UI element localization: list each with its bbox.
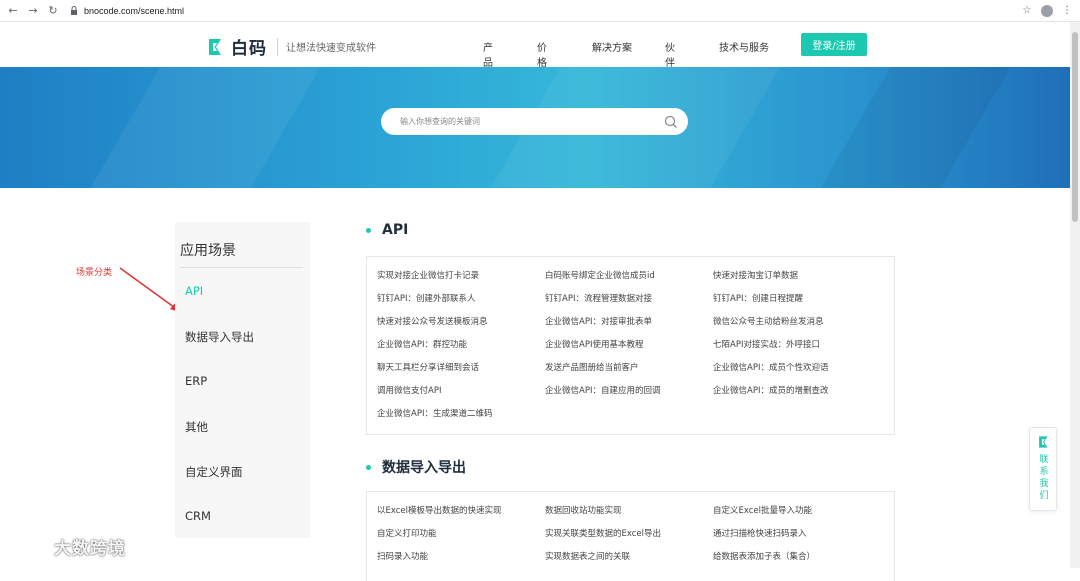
- sidebar-item-crm[interactable]: CRM: [185, 509, 211, 523]
- page-scrollbar[interactable]: [1070, 22, 1080, 568]
- back-icon[interactable]: ←: [6, 4, 20, 18]
- nav-partners[interactable]: 伙伴: [665, 39, 675, 69]
- sidebar-item-erp[interactable]: ERP: [185, 374, 207, 388]
- scene-link[interactable]: 聊天工具栏分享详细到会话: [377, 361, 479, 373]
- section-links-box: 实现对接企业微信打卡记录 白码账号绑定企业微信成员id 快速对接淘宝订单数据 钉钉AP…: [366, 256, 895, 435]
- address-bar[interactable]: bnocode.com/scene.html: [70, 3, 1014, 19]
- sidebar-item-other[interactable]: 其他: [185, 419, 208, 435]
- scene-link[interactable]: 自定义打印功能: [377, 527, 437, 539]
- nav-solutions[interactable]: 解决方案: [592, 39, 632, 54]
- scene-link[interactable]: 企业微信API：成员个性欢迎语: [713, 361, 828, 373]
- menu-icon[interactable]: ⋮: [1060, 4, 1074, 18]
- scene-link[interactable]: 实现对接企业微信打卡记录: [377, 269, 479, 281]
- section-title-api: API: [366, 222, 408, 238]
- scene-link[interactable]: 微信公众号主动给粉丝发消息: [713, 315, 824, 327]
- url-text: bnocode.com/scene.html: [84, 5, 185, 16]
- search-icon[interactable]: [664, 115, 678, 129]
- site-header: 白码 让想法快速变成软件 产品 价格 解决方案 伙伴 技术与服务 登录/注册: [0, 22, 1070, 69]
- browser-toolbar: ← → ↻ bnocode.com/scene.html ☆ ⋮: [0, 0, 1080, 22]
- scene-link[interactable]: 钉钉API：创建日程提醒: [713, 292, 803, 304]
- hero-shape: [798, 67, 1022, 188]
- watermark: 大数跨境: [8, 534, 126, 559]
- scene-link[interactable]: 通过扫描枪快速扫码录入: [713, 527, 807, 539]
- nav-price[interactable]: 价格: [537, 39, 547, 69]
- contact-us-button[interactable]: 联系我们: [1029, 427, 1057, 511]
- hero-shape: [68, 67, 332, 188]
- scene-link[interactable]: 快速对接公众号发送模板消息: [377, 315, 488, 327]
- nav-product[interactable]: 产品: [483, 39, 493, 69]
- search-placeholder: 输入你想查询的关键词: [400, 117, 480, 126]
- sidebar-title: 应用场景: [180, 243, 236, 259]
- section-heading: 数据导入导出: [382, 460, 466, 476]
- scene-link[interactable]: 以Excel模板导出数据的快速实现: [377, 504, 502, 516]
- scene-link[interactable]: 调用微信支付API: [377, 384, 441, 396]
- scene-link[interactable]: 企业微信API：成员的增删查改: [713, 384, 828, 396]
- forward-icon[interactable]: →: [26, 4, 40, 18]
- scene-link[interactable]: 扫码录入功能: [377, 550, 428, 562]
- scene-link[interactable]: 实现关联类型数据的Excel导出: [545, 527, 661, 539]
- scene-link[interactable]: 发送产品图册给当前客户: [545, 361, 639, 373]
- scrollbar-thumb[interactable]: [1072, 32, 1078, 222]
- slogan: 让想法快速变成软件: [286, 43, 376, 54]
- scene-link[interactable]: 企业微信API：自建应用的回调: [545, 384, 660, 396]
- login-button[interactable]: 登录/注册: [801, 33, 867, 56]
- search-input[interactable]: 输入你想查询的关键词: [381, 108, 688, 135]
- section-dot: [366, 227, 371, 233]
- scene-link[interactable]: 钉钉API：创建外部联系人: [377, 292, 475, 304]
- scene-link[interactable]: 企业微信API：对接审批表单: [545, 315, 652, 327]
- sidebar-divider: [180, 267, 303, 268]
- sidebar-item-data-import-export[interactable]: 数据导入导出: [185, 329, 254, 345]
- scene-link[interactable]: 数据回收站功能实现: [545, 504, 622, 516]
- watermark-text: 大数跨境: [54, 539, 126, 559]
- logo-divider: [277, 37, 278, 56]
- sidebar: 应用场景 API 数据导入导出 ERP 其他 自定义界面 CRM: [175, 222, 310, 538]
- scene-link[interactable]: 白码账号绑定企业微信成员id: [545, 269, 655, 281]
- scene-link[interactable]: 企业微信API：生成渠道二维码: [377, 407, 492, 419]
- reload-icon[interactable]: ↻: [46, 4, 60, 18]
- bookmark-star-icon[interactable]: ☆: [1020, 4, 1034, 18]
- sidebar-item-api[interactable]: API: [185, 284, 203, 298]
- section-title-data-import-export: 数据导入导出: [366, 457, 466, 477]
- section-heading: API: [382, 222, 409, 238]
- watermark-logo-icon: [9, 538, 47, 557]
- logo-icon: [209, 38, 221, 55]
- section-dot: [366, 464, 371, 470]
- scene-link[interactable]: 给数据表添加子表（集合）: [713, 550, 815, 562]
- lock-icon: [70, 6, 79, 15]
- scene-link[interactable]: 快速对接淘宝订单数据: [713, 269, 798, 281]
- hero-banner: 输入你想查询的关键词: [0, 67, 1070, 188]
- logo-icon: [1039, 436, 1048, 448]
- nav-services[interactable]: 技术与服务: [719, 39, 769, 54]
- scene-link[interactable]: 自定义Excel批量导入功能: [713, 504, 812, 516]
- profile-icon[interactable]: [1040, 4, 1054, 18]
- logo[interactable]: 白码 让想法快速变成软件: [206, 34, 376, 59]
- scene-link[interactable]: 企业微信API使用基本教程: [545, 338, 643, 350]
- scene-link[interactable]: 实现数据表之间的关联: [545, 550, 630, 562]
- logo-text: 白码: [231, 39, 267, 59]
- scene-link[interactable]: 七陌API对接实战：外呼接口: [713, 338, 820, 350]
- annotation-label: 场景分类: [76, 268, 113, 278]
- scene-link[interactable]: 企业微信API：群控功能: [377, 338, 467, 350]
- contact-label: 联系我们: [1039, 455, 1049, 501]
- sidebar-item-custom-ui[interactable]: 自定义界面: [185, 464, 243, 480]
- scene-link[interactable]: 钉钉API：流程管理数据对接: [545, 292, 652, 304]
